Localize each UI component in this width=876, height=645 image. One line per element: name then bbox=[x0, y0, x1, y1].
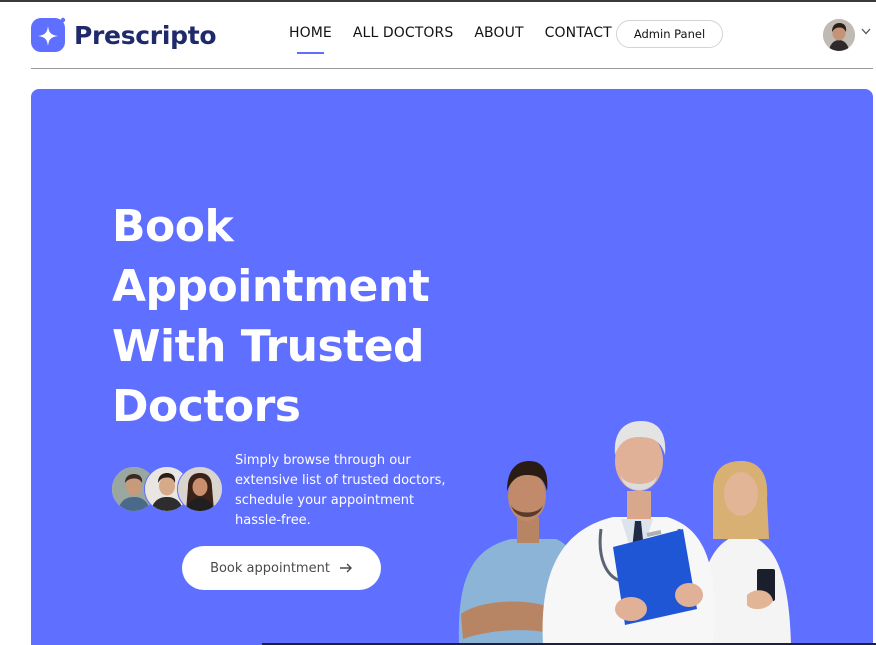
main-nav: HOME ALL DOCTORS ABOUT CONTACT bbox=[289, 25, 633, 54]
nav-about[interactable]: ABOUT bbox=[474, 25, 523, 41]
hero-title-line: With Trusted bbox=[112, 321, 425, 372]
avatar-image bbox=[823, 19, 855, 51]
user-avatar[interactable] bbox=[823, 19, 855, 51]
nav-contact[interactable]: CONTACT bbox=[545, 25, 612, 41]
hero-banner: Book Appointment With Trusted Doctors Si… bbox=[31, 89, 873, 645]
hero-title: Book Appointment With Trusted Doctors bbox=[112, 197, 492, 437]
patient-avatar bbox=[177, 466, 223, 512]
patients-avatar-group bbox=[111, 466, 231, 512]
hero-title-line: Appointment bbox=[112, 261, 430, 312]
admin-panel-button[interactable]: Admin Panel bbox=[616, 20, 723, 48]
doctor-figure bbox=[542, 421, 715, 645]
chevron-down-icon[interactable] bbox=[860, 25, 872, 37]
hero-title-line: Doctors bbox=[112, 381, 301, 432]
doctors-group-image bbox=[458, 421, 791, 645]
arrow-right-icon bbox=[339, 563, 352, 573]
logo-icon bbox=[31, 17, 66, 52]
hero-subtitle: Simply browse through our extensive list… bbox=[235, 453, 446, 528]
book-appointment-button[interactable]: Book appointment bbox=[182, 546, 381, 590]
nav-all-doctors[interactable]: ALL DOCTORS bbox=[353, 25, 454, 41]
window-top-border bbox=[0, 0, 876, 2]
book-appointment-label: Book appointment bbox=[210, 560, 330, 576]
brand-name: Prescripto bbox=[74, 20, 217, 50]
nav-divider bbox=[31, 68, 873, 69]
logo[interactable]: Prescripto bbox=[31, 17, 217, 53]
nav-home[interactable]: HOME bbox=[289, 25, 332, 54]
hero-title-line: Book bbox=[112, 201, 234, 252]
